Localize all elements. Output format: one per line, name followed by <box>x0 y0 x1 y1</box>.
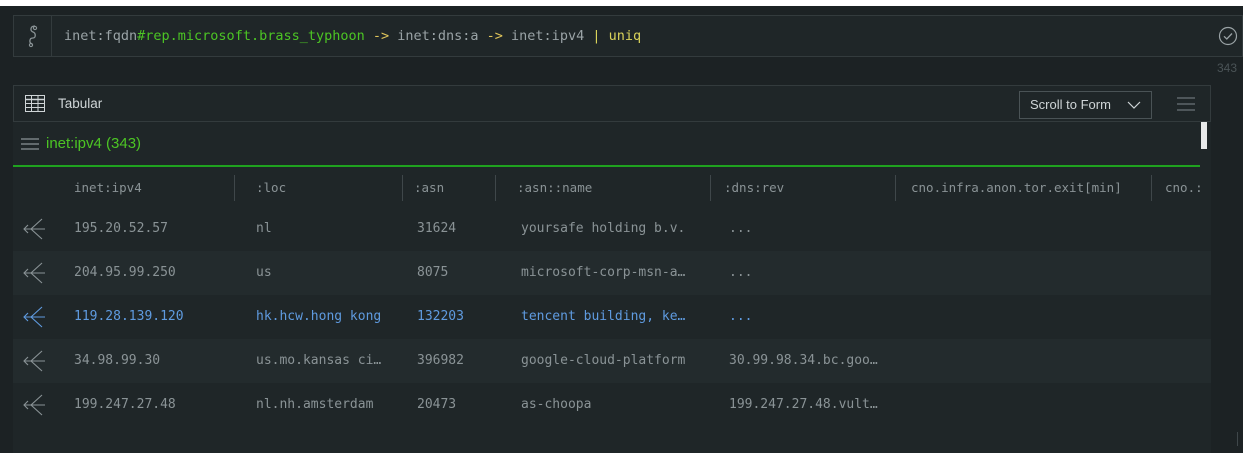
query-form: inet:fqdn <box>64 28 138 44</box>
column-divider[interactable] <box>710 175 711 201</box>
pivot-icon[interactable] <box>22 393 46 417</box>
tabular-tab[interactable]: Tabular <box>58 96 102 111</box>
cell-asn-name[interactable]: google-cloud-platform <box>521 339 706 383</box>
cell-ipv4[interactable]: 34.98.99.30 <box>74 339 224 383</box>
cell-dns-rev[interactable]: ... <box>729 251 894 295</box>
pivot-icon[interactable] <box>22 217 46 241</box>
cell-dns-rev[interactable]: ... <box>729 295 894 339</box>
query-text[interactable]: inet:fqdn#rep.microsoft.brass_typhoon ->… <box>64 16 641 56</box>
column-divider[interactable] <box>895 175 896 201</box>
cell-dns-rev[interactable]: ... <box>729 207 894 251</box>
cell-asn[interactable]: 132203 <box>417 295 497 339</box>
list-icon <box>21 138 39 150</box>
cell-loc[interactable]: nl <box>256 207 396 251</box>
query-command: uniq <box>608 28 642 44</box>
column-header-dns-rev[interactable]: :dns:rev <box>724 168 894 207</box>
cell-ipv4[interactable]: 199.247.27.48 <box>74 383 224 427</box>
cell-loc[interactable]: nl.nh.amsterdam <box>256 383 401 427</box>
table-row[interactable]: 199.247.27.48 nl.nh.amsterdam 20473 as-c… <box>13 383 1211 427</box>
cell-loc[interactable]: us.mo.kansas ci… <box>256 339 401 383</box>
column-divider[interactable] <box>234 175 235 201</box>
chevron-down-icon <box>1127 101 1141 109</box>
storm-query-bar[interactable]: inet:fqdn#rep.microsoft.brass_typhoon ->… <box>13 15 1243 57</box>
scrollbar-thumb[interactable] <box>1201 122 1207 149</box>
cell-ipv4[interactable]: 195.20.52.57 <box>74 207 224 251</box>
query-form: inet:ipv4 <box>511 28 585 44</box>
hamburger-menu-icon[interactable] <box>1177 97 1195 111</box>
table-row[interactable]: 34.98.99.30 us.mo.kansas ci… 396982 goog… <box>13 339 1211 383</box>
top-strip <box>0 0 1243 6</box>
pivot-icon[interactable] <box>22 261 46 285</box>
form-group-header[interactable]: inet:ipv4 (343) <box>13 122 1200 167</box>
scroll-to-form-button[interactable]: Scroll to Form <box>1019 91 1152 119</box>
query-tag: #rep.microsoft.brass_typhoon <box>137 28 365 44</box>
query-pivot-arrow: -> <box>478 28 512 44</box>
cell-ipv4[interactable]: 119.28.139.120 <box>74 295 224 339</box>
table-row-selected[interactable]: 119.28.139.120 hk.hcw.hong kong 132203 t… <box>13 295 1211 339</box>
cell-dns-rev[interactable]: 199.247.27.48.vult… <box>729 383 899 427</box>
cell-loc[interactable]: hk.hcw.hong kong <box>256 295 406 339</box>
results-panel: Tabular Scroll to Form inet:ipv4 (343) i… <box>13 85 1211 453</box>
table-header-row: inet:ipv4 :loc :asn :asn::name :dns:rev … <box>13 168 1211 207</box>
cell-asn-name[interactable]: tencent building, ke… <box>521 295 706 339</box>
results-table: inet:ipv4 :loc :asn :asn::name :dns:rev … <box>13 168 1211 453</box>
column-header-cno[interactable]: cno.: <box>1165 168 1211 207</box>
query-pipe: | <box>584 28 609 44</box>
window-edge-mark <box>1237 432 1238 446</box>
cell-dns-rev[interactable]: 30.99.98.34.bc.goo… <box>729 339 899 383</box>
check-circle-icon[interactable] <box>1218 26 1238 46</box>
result-count: 343 <box>1216 61 1237 75</box>
scroll-to-form-label: Scroll to Form <box>1030 97 1111 112</box>
query-pivot-arrow: -> <box>364 28 398 44</box>
table-row[interactable]: 195.20.52.57 nl 31624 yoursafe holding b… <box>13 207 1211 251</box>
column-header-tor-exit[interactable]: cno.infra.anon.tor.exit[min] <box>911 168 1151 207</box>
column-divider[interactable] <box>402 175 403 201</box>
cell-asn[interactable]: 8075 <box>417 251 497 295</box>
table-row[interactable]: 204.95.99.250 us 8075 microsoft-corp-msn… <box>13 251 1211 295</box>
cell-ipv4[interactable]: 204.95.99.250 <box>74 251 224 295</box>
column-header-ipv4[interactable]: inet:ipv4 <box>74 168 224 207</box>
pivot-icon[interactable] <box>22 349 46 373</box>
cell-asn-name[interactable]: yoursafe holding b.v. <box>521 207 706 251</box>
cell-asn[interactable]: 31624 <box>417 207 497 251</box>
pivot-icon[interactable] <box>22 305 46 329</box>
column-header-loc[interactable]: :loc <box>256 168 406 207</box>
panel-header: Tabular Scroll to Form <box>13 85 1211 122</box>
table-icon <box>25 95 45 112</box>
cell-asn[interactable]: 20473 <box>417 383 497 427</box>
column-header-asn[interactable]: :asn <box>414 168 494 207</box>
cell-asn-name[interactable]: as-choopa <box>521 383 706 427</box>
column-header-asn-name[interactable]: :asn::name <box>517 168 707 207</box>
column-divider[interactable] <box>495 175 496 201</box>
column-divider[interactable] <box>1151 175 1152 201</box>
query-form: inet:dns:a <box>397 28 479 44</box>
cell-asn[interactable]: 396982 <box>417 339 497 383</box>
cell-asn-name[interactable]: microsoft-corp-msn-a… <box>521 251 706 295</box>
form-label: inet:ipv4 (343) <box>46 135 142 152</box>
storm-query-icon[interactable] <box>14 16 52 56</box>
cell-loc[interactable]: us <box>256 251 396 295</box>
